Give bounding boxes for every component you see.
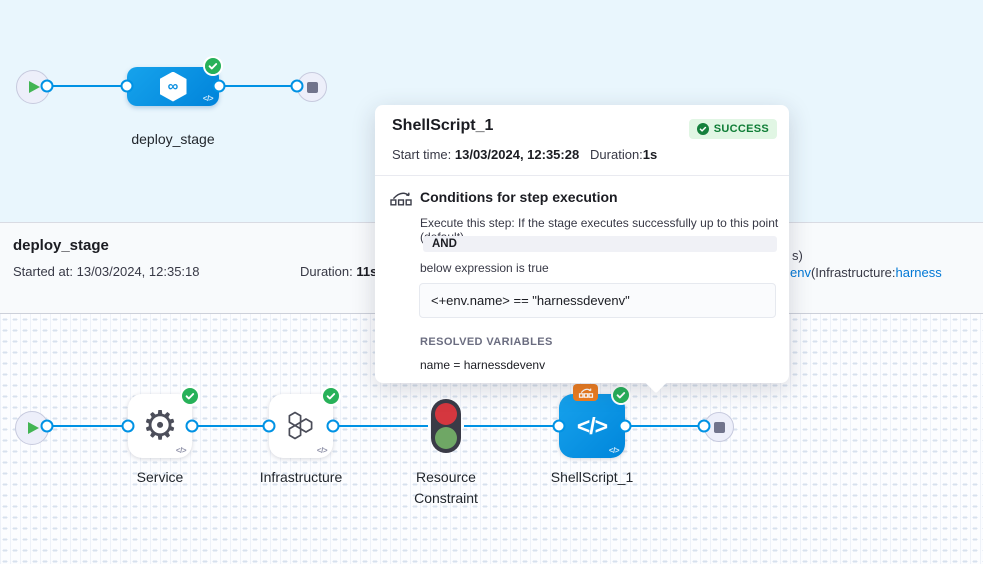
cd-stage-icon: ∞: [160, 72, 187, 102]
connector-line: [333, 425, 428, 427]
expression-text: <+env.name> == "harnessdevenv": [431, 293, 630, 308]
hexagons-icon: [283, 410, 319, 442]
clipped-service-text: s): [792, 248, 803, 263]
expression-intro: below expression is true: [420, 261, 549, 275]
play-icon: [29, 81, 40, 93]
pipeline-execution-screen: ∞ </> deploy_stage deploy_stage Started …: [0, 0, 983, 564]
connector-dot: [263, 420, 276, 433]
success-check-icon: [182, 388, 198, 404]
started-at-label: Started at:: [13, 264, 73, 279]
popover-times: Start time: 13/03/2024, 12:35:28 Duratio…: [392, 147, 657, 162]
connector-dot: [698, 420, 711, 433]
step-label: Service: [100, 467, 220, 488]
infrastructure-label: (Infrastructure:: [811, 265, 896, 280]
popover-divider: [375, 175, 789, 176]
code-mini-icon: </>: [609, 446, 619, 455]
connector-line: [47, 85, 127, 87]
step-node-resource-constraint[interactable]: [431, 399, 461, 453]
step-node-shellscript-1[interactable]: </> </>: [559, 394, 625, 458]
code-mini-icon: </>: [203, 94, 213, 103]
conditions-heading: Conditions for step execution: [420, 189, 618, 205]
success-check-icon: [697, 123, 709, 135]
resolved-variables-label: RESOLVED VARIABLES: [420, 336, 553, 348]
environment-link[interactable]: env: [790, 265, 811, 280]
connector-line: [47, 425, 128, 427]
green-light-icon: [435, 427, 457, 449]
connector-dot: [41, 80, 54, 93]
connector-line: [219, 85, 297, 87]
popover-duration-label: Duration:: [590, 147, 643, 162]
connector-line: [192, 425, 269, 427]
clipped-environment-text: env(Infrastructure:harness: [790, 265, 983, 280]
resolved-variables-value: name = harnessdevenv: [420, 358, 545, 372]
infrastructure-link[interactable]: harness: [896, 265, 942, 280]
conditional-execution-badge-icon: [573, 384, 598, 401]
infinity-glyph: ∞: [168, 78, 179, 95]
connector-line: [464, 425, 553, 427]
connector-dot: [213, 80, 226, 93]
stop-icon: [714, 422, 725, 433]
status-badge-label: SUCCESS: [714, 123, 769, 135]
step-label: Infrastructure: [231, 467, 371, 488]
operator-bar: AND: [423, 236, 777, 252]
step-label: Resource Constraint: [391, 467, 501, 509]
connector-dot: [121, 80, 134, 93]
connector-dot: [186, 420, 199, 433]
started-at-value: 13/03/2024, 12:35:18: [77, 264, 200, 279]
success-check-icon: [323, 388, 339, 404]
connector-dot: [553, 420, 566, 433]
success-check-icon: [205, 58, 221, 74]
stop-icon: [307, 82, 318, 93]
conditional-execution-icon: [390, 189, 413, 211]
stage-details-title: deploy_stage: [13, 237, 109, 254]
duration-label: Duration:: [300, 264, 353, 279]
code-mini-icon: </>: [176, 446, 186, 455]
gear-icon: ⚙: [142, 406, 178, 446]
success-check-icon: [613, 387, 629, 403]
connector-dot: [291, 80, 304, 93]
started-at-text: Started at: 13/03/2024, 12:35:18: [13, 264, 200, 279]
code-mini-icon: </>: [317, 446, 327, 455]
play-icon: [28, 422, 39, 434]
start-time-label: Start time:: [392, 147, 451, 162]
popover-duration-value: 1s: [643, 147, 657, 162]
duration-text: Duration: 11s: [300, 264, 377, 279]
connector-line: [625, 425, 704, 427]
connector-dot: [619, 420, 632, 433]
shell-script-icon: </>: [577, 413, 607, 440]
step-details-popover: ShellScript_1 SUCCESS Start time: 13/03/…: [375, 105, 789, 383]
connector-dot: [327, 420, 340, 433]
step-label: ShellScript_1: [522, 467, 662, 488]
red-light-icon: [435, 403, 457, 425]
start-time-value: 13/03/2024, 12:35:28: [455, 147, 579, 162]
connector-dot: [41, 420, 54, 433]
popover-title: ShellScript_1: [392, 117, 493, 135]
expression-box: <+env.name> == "harnessdevenv": [419, 283, 776, 318]
connector-dot: [122, 420, 135, 433]
status-badge: SUCCESS: [689, 119, 777, 139]
stage-label: deploy_stage: [108, 129, 238, 150]
